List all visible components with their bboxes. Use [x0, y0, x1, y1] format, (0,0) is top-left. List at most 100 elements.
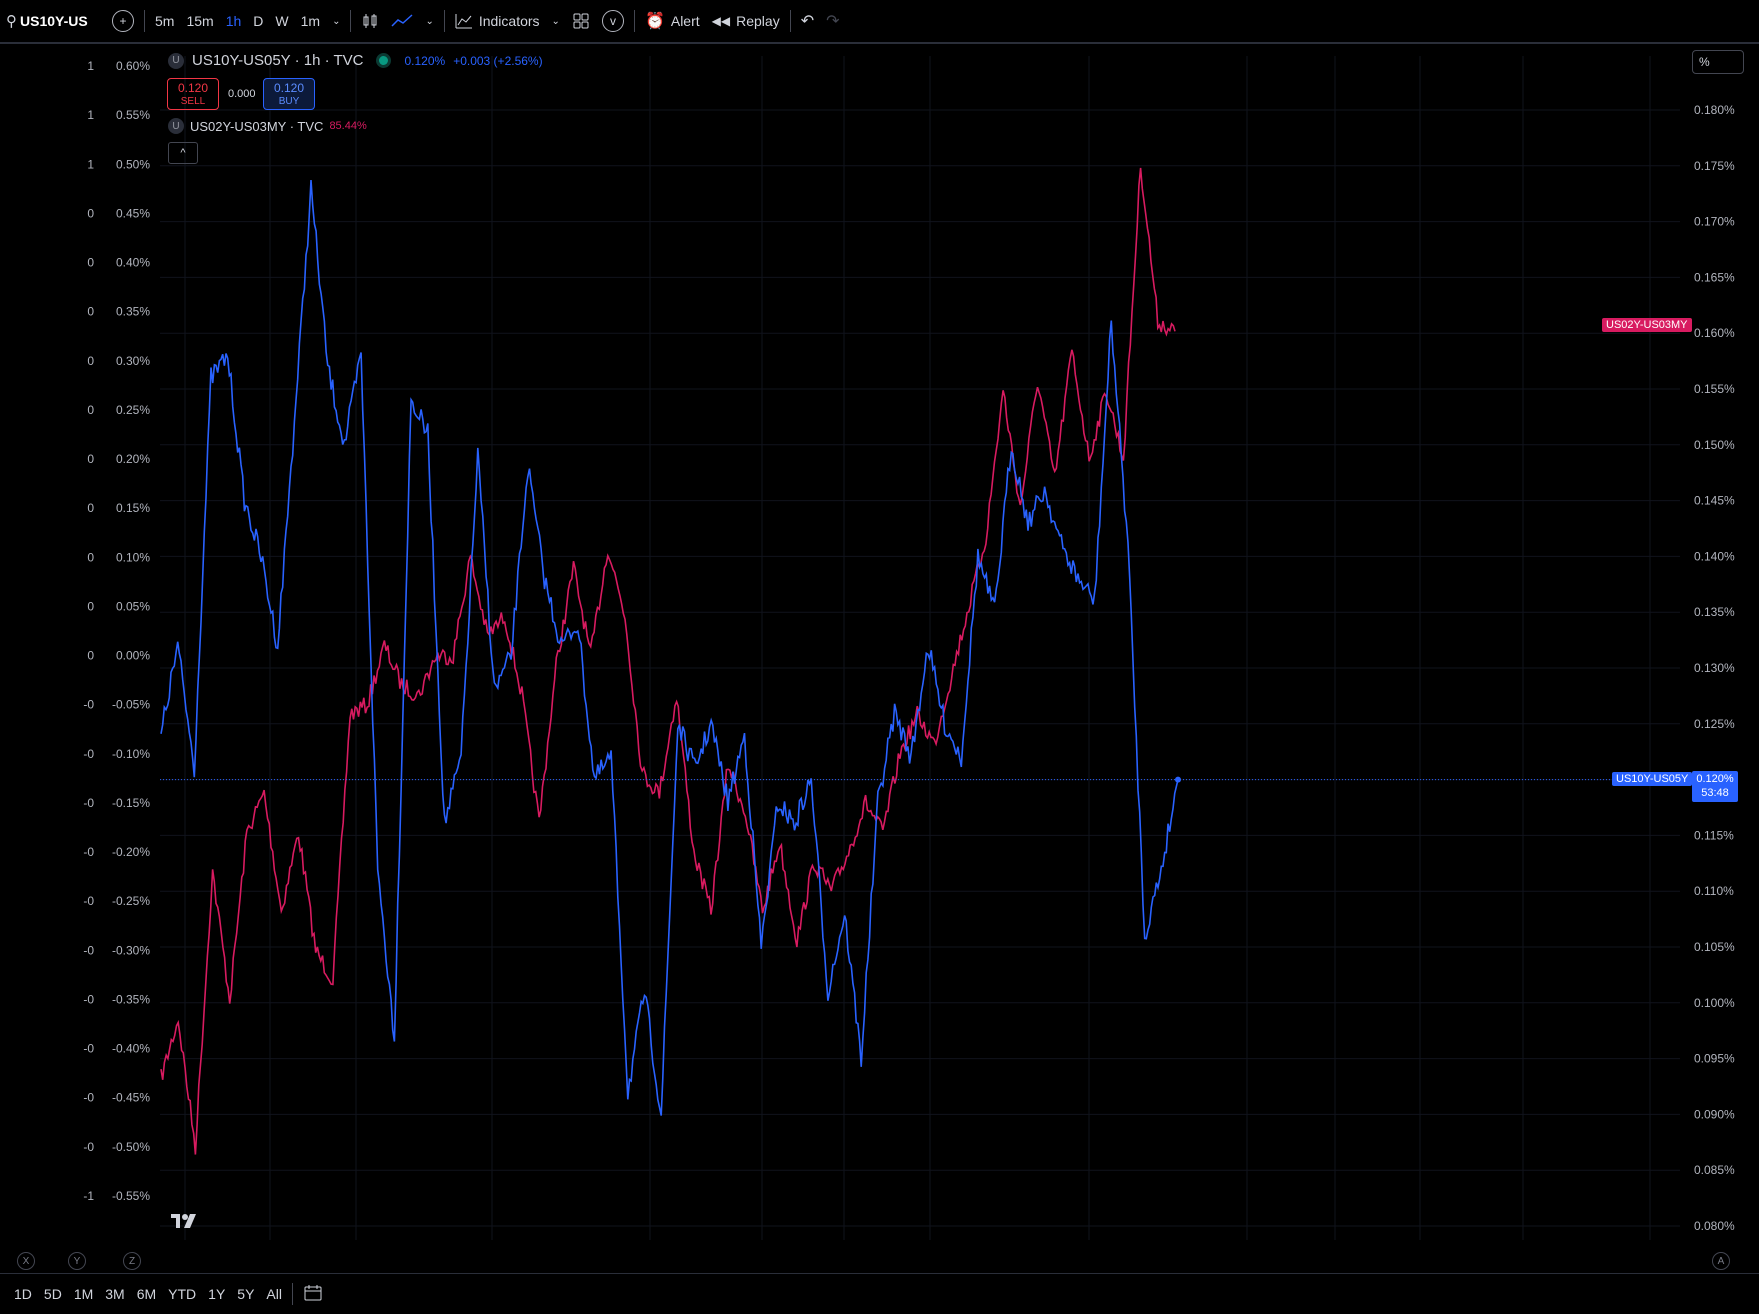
chevron-down-icon: ⌄: [332, 15, 341, 27]
range-6m[interactable]: 6M: [131, 1286, 162, 1302]
right-tick-label: 0.140%: [1694, 549, 1735, 563]
go-to-date-button[interactable]: [297, 1284, 329, 1305]
x-tick-label: 18: [485, 1253, 499, 1255]
right-tick-label: 0.115%: [1694, 828, 1734, 842]
replay-button[interactable]: ◀◀ Replay: [706, 0, 786, 42]
compare-button[interactable]: +: [106, 0, 140, 42]
right-tick-label: 0.150%: [1694, 438, 1735, 452]
left-pct-tick-label: -0.55%: [112, 1189, 150, 1203]
sell-button[interactable]: 0.120 SELL: [167, 78, 219, 110]
x-tick-label: 16: [1082, 1253, 1096, 1255]
range-5d[interactable]: 5D: [38, 1286, 68, 1302]
compare-series-title[interactable]: US02Y-US03MY · TVC: [190, 119, 323, 134]
range-all[interactable]: All: [260, 1286, 288, 1302]
left-num-tick-label: 0: [87, 649, 94, 663]
left-num-tick-label: 0: [87, 599, 94, 613]
buy-button[interactable]: 0.120 BUY: [263, 78, 315, 110]
main-series-badge: US10Y-US05Y: [1612, 772, 1693, 786]
x-tick-label: 27: [1328, 1253, 1342, 1255]
alert-button[interactable]: ⏰ Alert: [639, 0, 706, 42]
left-pct-tick-label: -0.15%: [112, 796, 150, 810]
alert-label: Alert: [670, 13, 700, 29]
chevron-up-icon: ^: [180, 147, 186, 159]
left-num-tick-label: 0: [87, 550, 94, 564]
chart-type-dropdown[interactable]: ⌄: [419, 0, 439, 42]
bar-style-button[interactable]: [355, 0, 385, 42]
range-1m[interactable]: 1M: [68, 1286, 99, 1302]
last-point-marker: [1175, 776, 1181, 783]
price-chart[interactable]: 0.180% 0.175% 0.170% 0.165% 0.160% 0.155% 0.15…: [0, 44, 1759, 1255]
layout-button[interactable]: [566, 0, 596, 42]
top-toolbar: ⚲ US10Y-US + 5m 15m 1h D W 1m ⌄ ⌄ Indica…: [0, 0, 1759, 44]
v-button[interactable]: v: [596, 0, 630, 42]
right-tick-label: 0.085%: [1694, 1163, 1735, 1177]
left-num-tick-label: 0: [87, 403, 94, 417]
bar-countdown: 53:48: [1701, 787, 1729, 799]
indicators-button[interactable]: Indicators: [449, 0, 546, 42]
left-pct-tick-label: -0.35%: [112, 992, 150, 1006]
left-num-tick-label: -0: [83, 894, 94, 908]
undo-button[interactable]: ↶: [795, 0, 820, 42]
x-tick-label: Dec: [751, 1253, 772, 1255]
price-scale-mode[interactable]: %: [1692, 50, 1744, 74]
range-5y[interactable]: 5Y: [231, 1286, 260, 1302]
left-pct-tick-label: -0.25%: [112, 894, 150, 908]
left-pct-tick-label: -0.50%: [112, 1140, 150, 1154]
right-tick-label: 0.125%: [1694, 717, 1735, 731]
left-pct-tick-label: -0.10%: [112, 747, 150, 761]
right-tick-label: 0.095%: [1694, 1052, 1735, 1066]
tradingview-logo-icon[interactable]: [170, 1212, 202, 1230]
interval-1m[interactable]: 1m: [295, 0, 326, 42]
interval-5m[interactable]: 5m: [149, 0, 180, 42]
x-tick-label: 7: [1520, 1253, 1527, 1255]
right-tick-label: 0.110%: [1694, 884, 1734, 898]
left-num-tick-label: 0: [87, 206, 94, 220]
range-1d[interactable]: 1D: [8, 1286, 38, 1302]
right-tick-label: 0.170%: [1694, 215, 1735, 229]
right-tick-label: 0.180%: [1694, 103, 1735, 117]
range-ytd[interactable]: YTD: [162, 1286, 202, 1302]
chevron-down-icon: ⌄: [551, 15, 560, 27]
right-tick-label: 0.165%: [1694, 270, 1735, 284]
x-axis-button[interactable]: X: [17, 1252, 35, 1270]
interval-d[interactable]: D: [247, 0, 269, 42]
series-logo-icon: U: [168, 52, 184, 69]
interval-w[interactable]: W: [269, 0, 294, 42]
series-logo-icon: U: [168, 118, 184, 134]
line-style-button[interactable]: [385, 0, 419, 42]
redo-button[interactable]: ↷: [820, 0, 845, 42]
interval-15m[interactable]: 15m: [180, 0, 219, 42]
indicators-dropdown[interactable]: ⌄: [546, 0, 566, 42]
range-1y[interactable]: 1Y: [202, 1286, 231, 1302]
left-num-tick-label: -0: [83, 698, 94, 712]
x-tick-label: 23: [1240, 1253, 1254, 1255]
divider: [633, 10, 635, 32]
interval-1h[interactable]: 1h: [220, 0, 248, 42]
current-price: 0.120%: [1696, 773, 1734, 785]
main-series-title[interactable]: US10Y-US05Y · 1h · TVC: [192, 52, 363, 69]
buy-price: 0.120: [273, 81, 305, 95]
left-pct-tick-label: 0.55%: [116, 108, 150, 122]
z-axis-button[interactable]: Z: [123, 1252, 141, 1270]
x-tick-label: 25: [643, 1253, 657, 1255]
collapse-legend-button[interactable]: ^: [168, 142, 198, 164]
compare-price-badge: US02Y-US03MY: [1602, 318, 1692, 332]
y-axis-button[interactable]: Y: [68, 1252, 86, 1270]
plus-icon: +: [112, 10, 134, 32]
indicators-label: Indicators: [478, 13, 540, 29]
left-pct-tick-label: -0.40%: [112, 1042, 150, 1056]
left-num-tick-label: 1: [87, 59, 94, 73]
candles-icon: [363, 14, 377, 28]
right-tick-label: 0.175%: [1694, 159, 1735, 173]
left-num-tick-label: 0: [87, 256, 94, 270]
left-num-tick-label: -0: [83, 992, 94, 1006]
left-pct-tick-label: -0.05%: [112, 698, 150, 712]
left-num-tick-label: 0: [87, 305, 94, 319]
range-3m[interactable]: 3M: [99, 1286, 130, 1302]
interval-dropdown[interactable]: ⌄: [326, 0, 346, 42]
left-pct-tick-label: 0.60%: [116, 59, 150, 73]
redo-icon: ↷: [826, 13, 840, 30]
auto-scale-button[interactable]: A: [1712, 1252, 1730, 1270]
left-pct-tick-label: -0.30%: [112, 943, 150, 957]
symbol-search[interactable]: ⚲ US10Y-US: [0, 0, 106, 42]
